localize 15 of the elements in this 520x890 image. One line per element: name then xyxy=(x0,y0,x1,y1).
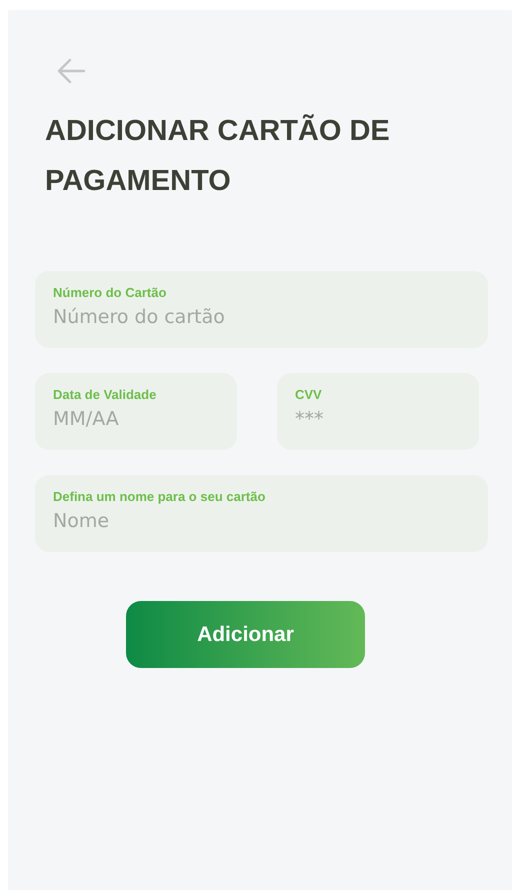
text-field[interactable]: Número do Cartão Número do cartão xyxy=(35,271,488,348)
input-field[interactable]: *** xyxy=(295,408,461,430)
text-field[interactable]: Defina um nome para o seu cartão Nome xyxy=(35,475,488,552)
field-label: Defina um nome para o seu cartão xyxy=(53,489,266,504)
text-field[interactable]: Data de Validade MM/AA xyxy=(35,373,237,450)
page-title: ADICIONAR CARTÃO DE PAGAMENTO xyxy=(45,113,391,199)
add-button[interactable]: Adicionar xyxy=(126,601,365,668)
input-field[interactable]: MM/AA xyxy=(53,408,219,430)
input-field[interactable]: Número do cartão xyxy=(53,306,470,328)
back-arrow-icon[interactable] xyxy=(56,58,86,84)
input-field[interactable]: Nome xyxy=(53,510,470,532)
text-field[interactable]: CVV *** xyxy=(277,373,479,450)
field-label: CVV xyxy=(295,387,323,402)
field-label: Número do Cartão xyxy=(53,285,168,300)
field-label: Data de Validade xyxy=(53,387,158,402)
